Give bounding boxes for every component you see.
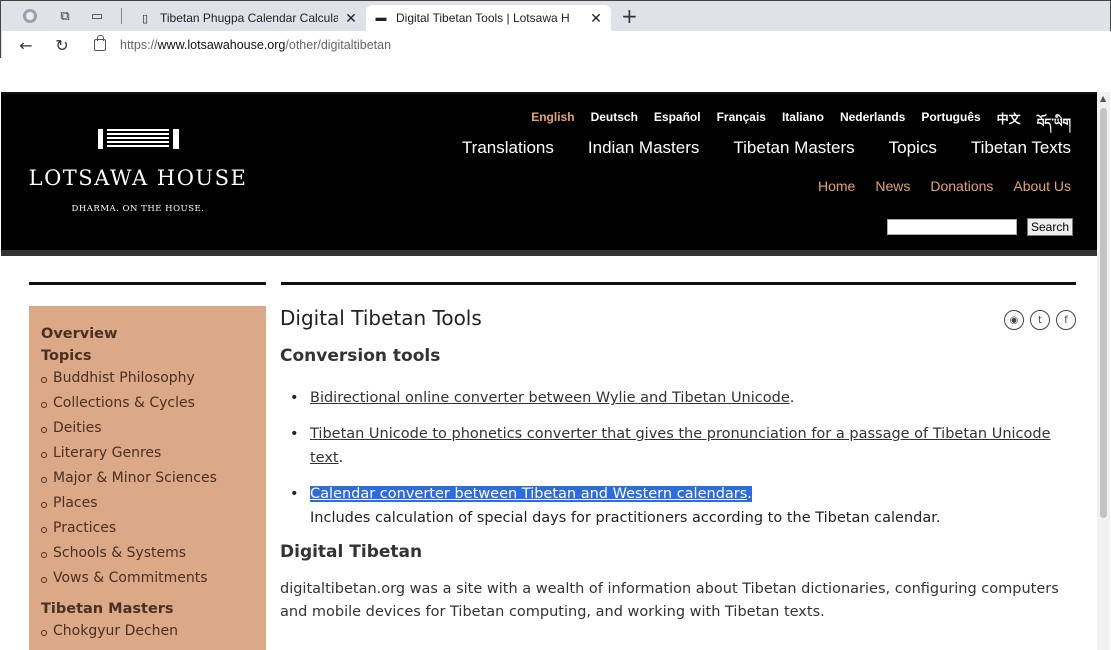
social-links: ◉ t f [1004,310,1076,330]
logo-tagline: DHARMA. ON THE HOUSE. [71,204,205,214]
nav-indian-masters[interactable]: Indian Masters [588,138,700,158]
sidebar-item[interactable]: Practices [41,520,256,545]
site-header: LOTSAWA HOUSE DHARMA. ON THE HOUSE. Engl… [1,92,1097,250]
sidebar-overview[interactable]: Overview [41,326,256,342]
nav-home[interactable]: Home [818,178,855,194]
nav-tibetan-masters[interactable]: Tibetan Masters [733,138,854,158]
collections-icon[interactable]: ⧉ [55,6,75,26]
tab-separator [121,8,122,24]
nav-donations[interactable]: Donations [930,178,993,194]
sidebar-item[interactable]: Vows & Commitments [41,570,256,595]
url-path: /other/digitaltibetan [285,38,392,52]
logo-name: LOTSAWA HOUSE [28,166,248,190]
digital-tibetan-heading: Digital Tibetan [280,542,423,562]
nav-translations[interactable]: Translations [462,138,554,158]
tab-bar: ⧉ ▭ ▯ Tibetan Phugpa Calendar Calcula ✕ … [1,1,1111,31]
site-favicon-icon: ▬ [375,12,387,24]
sidebar-item[interactable]: Deities [41,420,256,445]
url-scheme: https:// [120,38,158,52]
page-title: Digital Tibetan Tools [280,306,482,330]
close-icon[interactable]: ✕ [344,10,358,27]
list-item: Bidirectional online converter between W… [280,386,1080,410]
site-search: Search [886,218,1073,236]
rss-icon[interactable]: ◉ [1004,310,1024,330]
calendar-note: Includes calculation of special days for… [310,510,941,526]
twitter-icon[interactable]: t [1030,310,1050,330]
tab-calendar[interactable]: ▯ Tibetan Phugpa Calendar Calcula ✕ [130,5,366,31]
link-suffix: . [789,390,795,406]
wylie-converter-link[interactable]: Bidirectional online converter between W… [310,390,790,406]
link-suffix: . [338,450,344,466]
nav-tibetan-texts[interactable]: Tibetan Texts [971,138,1071,158]
main-content: Digital Tibetan Tools ◉ t f Conversion t… [280,306,1080,624]
sidebar-item[interactable]: Places [41,495,256,520]
tools-list: Bidirectional online converter between W… [280,386,1080,530]
logo-mark-icon [7,128,269,150]
list-item: Calendar converter between Tibetan and W… [280,482,1080,530]
header-divider [1,250,1097,256]
scroll-up-icon[interactable]: ▲ [1100,94,1106,103]
new-tab-icon[interactable]: + [621,4,638,28]
sidebar-item[interactable]: Buddhist Philosophy [41,370,256,395]
close-icon[interactable]: ✕ [589,10,603,27]
nav-topics[interactable]: Topics [889,138,937,158]
tab-title: Digital Tibetan Tools | Lotsawa H [396,11,570,25]
main-nav: Translations Indian Masters Tibetan Mast… [462,138,1071,158]
tab-actions-icon[interactable]: ▭ [87,6,107,26]
profile-icon[interactable] [23,9,37,23]
page-scrollbar[interactable]: ▲ [1097,92,1110,650]
sidebar-item[interactable]: Chokgyur Dechen [41,623,256,648]
sidebar-item[interactable]: Collections & Cycles [41,395,256,420]
search-button[interactable]: Search [1026,218,1073,236]
tab-title: Tibetan Phugpa Calendar Calcula [160,11,338,25]
tab-digital-tibetan[interactable]: ▬ Digital Tibetan Tools | Lotsawa H ✕ [366,5,611,31]
sidebar-masters-heading[interactable]: Tibetan Masters [41,601,256,617]
reload-icon[interactable]: ↻ [50,36,74,55]
search-input[interactable] [886,219,1017,235]
page-icon: ▯ [141,12,149,25]
content-rule [281,282,1076,285]
sidebar: Overview Topics Buddhist Philosophy Coll… [29,306,266,650]
url-host: www.lotsawahouse.org [157,38,286,52]
sub-nav: Home News Donations About Us [818,178,1071,194]
sidebar-item[interactable]: Major & Minor Sciences [41,470,256,495]
phonetics-converter-link[interactable]: Tibetan Unicode to phonetics converter t… [310,426,1051,466]
list-item: Tibetan Unicode to phonetics converter t… [280,422,1080,470]
address-bar-row: ← ↻ https://www.lotsawahouse.org/other/d… [2,31,1111,59]
back-arrow-icon[interactable]: ← [14,36,38,55]
link-suffix: . [747,486,752,502]
lock-icon[interactable] [94,35,106,51]
sidebar-topics-list: Buddhist Philosophy Collections & Cycles… [41,370,256,595]
sidebar-item[interactable]: Schools & Systems [41,545,256,570]
address-bar[interactable]: https://www.lotsawahouse.org/other/digit… [94,35,392,52]
sidebar-rule [29,282,266,285]
digital-tibetan-paragraph: digitaltibetan.org was a site with a wea… [280,581,1059,620]
browser-tabstrip: ⧉ ▭ ▯ Tibetan Phugpa Calendar Calcula ✕ … [0,0,1111,59]
sidebar-masters-list: Chokgyur Dechen [41,623,256,648]
sidebar-item[interactable]: Literary Genres [41,445,256,470]
sidebar-topics-heading[interactable]: Topics [41,348,256,364]
conversion-tools-heading: Conversion tools [280,346,441,366]
calendar-converter-link[interactable]: Calendar converter between Tibetan and W… [310,486,748,502]
facebook-icon[interactable]: f [1056,310,1076,330]
scrollbar-thumb[interactable] [1100,108,1107,518]
nav-news[interactable]: News [875,178,910,194]
nav-about-us[interactable]: About Us [1013,178,1071,194]
site-logo[interactable]: LOTSAWA HOUSE DHARMA. ON THE HOUSE. [7,128,269,214]
